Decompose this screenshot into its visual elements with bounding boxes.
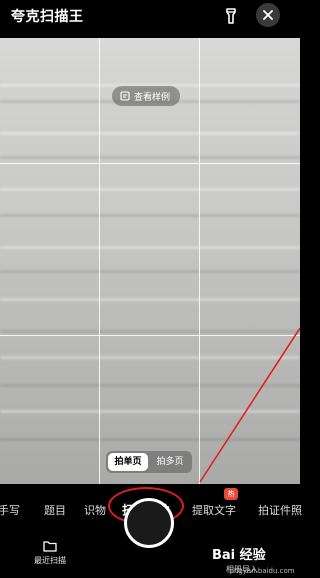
watermark-brand: Bai 经验	[212, 548, 266, 563]
mode-extract-text[interactable]: 提取文字	[192, 502, 236, 518]
recent-scans-label: 最近扫描	[34, 556, 66, 565]
view-sample-label: 查看样例	[134, 92, 171, 103]
app-title: 夸克扫描王	[11, 9, 84, 25]
folder-icon	[43, 541, 57, 552]
view-sample-button[interactable]: 查看样例	[112, 86, 181, 106]
album-import-label[interactable]: 相册导入	[226, 564, 258, 575]
mode-recognize-object[interactable]: 识物	[84, 502, 106, 518]
hot-badge: 热	[224, 488, 238, 500]
close-icon	[263, 10, 273, 20]
multi-page-option[interactable]: 拍多页	[150, 453, 190, 471]
close-button[interactable]	[256, 3, 280, 27]
document-icon	[120, 91, 130, 101]
flashlight-icon[interactable]	[221, 6, 241, 26]
single-page-option[interactable]: 拍单页	[108, 453, 148, 471]
camera-viewfinder[interactable]: 查看样例	[0, 38, 300, 484]
recent-scans-button[interactable]: 最近扫描	[28, 540, 72, 566]
top-bar: 夸克扫描王	[0, 0, 300, 38]
mode-handwriting[interactable]: 手写	[0, 502, 20, 518]
shutter-button[interactable]	[124, 498, 174, 548]
mode-id-photo[interactable]: 拍证件照	[258, 502, 302, 518]
mode-question[interactable]: 题目	[44, 502, 66, 518]
page-mode-toggle: 拍单页 拍多页	[106, 451, 192, 473]
